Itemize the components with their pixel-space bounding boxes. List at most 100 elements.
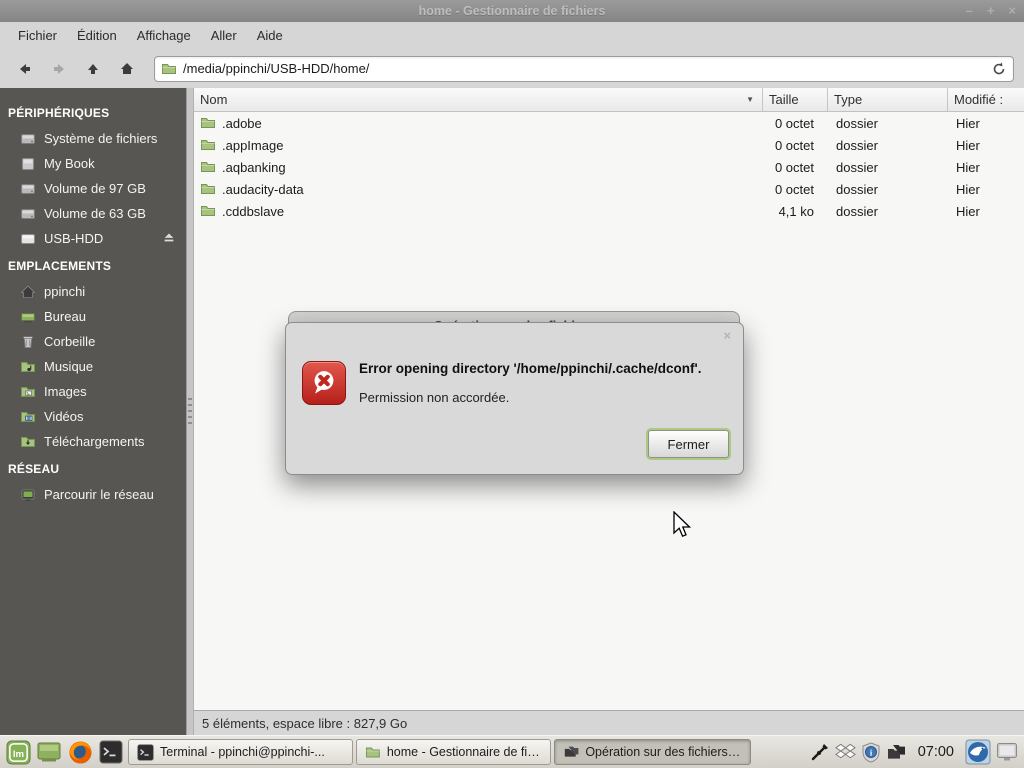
file-row[interactable]: .cddbslave 4,1 ko dossier Hier [194,200,1024,222]
drive-icon [22,157,34,170]
column-header-nom[interactable]: Nom ▼ [194,88,763,111]
sidebar-item-label: Vidéos [44,409,84,424]
sidebar-item-my-book[interactable]: My Book [0,151,186,176]
firefox-icon [68,740,92,764]
taskbar-task-file-manager[interactable]: home - Gestionnaire de fichi... [356,739,551,765]
drive-icon [21,133,35,144]
file-modified: Hier [956,137,980,153]
sidebar-item-label: Volume de 97 GB [44,181,146,196]
status-text: 5 éléments, espace libre : 827,9 Go [202,715,408,731]
sidebar-item-label: Téléchargements [44,434,145,449]
show-desktop-icon [37,742,61,762]
home-icon [20,285,36,298]
sidebar-item-volume-97gb[interactable]: Volume de 97 GB [0,176,186,201]
sidebar-item-bureau[interactable]: Bureau [0,304,186,329]
column-header-type[interactable]: Type [828,88,948,111]
menu-aller[interactable]: Aller [201,24,247,47]
file-type: dossier [836,115,878,131]
close-button[interactable]: × [1008,0,1016,22]
home-icon [121,62,133,74]
column-header-modifie[interactable]: Modifié : [948,88,1024,111]
file-modified: Hier [956,115,980,131]
folder-icon [201,184,215,194]
file-row[interactable]: .adobe 0 octet dossier Hier [194,112,1024,134]
file-operations-icon [564,746,579,757]
file-type: dossier [836,181,878,197]
file-row[interactable]: .aqbanking 0 octet dossier Hier [194,156,1024,178]
sidebar-item-videos[interactable]: Vidéos [0,404,186,429]
sidebar-item-telechargements[interactable]: Téléchargements [0,429,186,454]
splitter-grip-icon [188,398,192,428]
file-name-cell: .adobe [194,115,763,131]
minimize-button[interactable]: – [966,0,973,22]
images-folder-icon [21,386,35,397]
desktop: { "window": { "title": "home - Gestionna… [0,0,1024,768]
menu-aide[interactable]: Aide [247,24,293,47]
pane-splitter[interactable] [186,88,194,735]
sidebar-item-label: Bureau [44,309,86,324]
taskbar-task-file-operation[interactable]: Opération sur des fichiers e... [554,739,751,765]
menu-edition[interactable]: Édition [67,24,127,47]
file-size: 0 octet [774,181,814,197]
file-name: .aqbanking [222,159,286,175]
file-size: 4,1 ko [778,203,814,219]
mint-menu-icon: lm [5,739,31,765]
taskbar-task-terminal[interactable]: Terminal - ppinchi@ppinchi-... [128,739,353,765]
sidebar-item-label: Système de fichiers [44,131,158,146]
drive-icon [21,208,35,219]
fermer-button[interactable]: Fermer [648,430,729,458]
update-shield-tray-icon[interactable]: i [861,741,881,763]
taskbar: lm Terminal - ppinchi@ppinchi-... home -… [0,735,1024,768]
sidebar-item-musique[interactable]: Musique [0,354,186,379]
sidebar-item-usb-hdd[interactable]: USB-HDD [0,226,186,251]
desktop-icon [21,312,35,322]
sidebar-item-label: Parcourir le réseau [44,487,154,502]
window-title: home - Gestionnaire de fichiers [418,4,606,18]
dialog-close-icon[interactable]: × [723,328,731,343]
titlebar[interactable]: home - Gestionnaire de fichiers – + × [0,0,1024,22]
menu-fichier[interactable]: Fichier [8,24,67,47]
refresh-icon[interactable] [991,61,1007,77]
maximize-button[interactable]: + [987,0,995,22]
sidebar-item-label: Musique [44,359,94,374]
file-row[interactable]: .appImage 0 octet dossier Hier [194,134,1024,156]
sidebar-item-label: USB-HDD [44,231,104,246]
file-row[interactable]: .audacity-data 0 octet dossier Hier [194,178,1024,200]
file-operations-tray-icon[interactable] [886,743,907,762]
forward-icon [54,63,64,74]
eject-icon [164,233,174,242]
dropbox-tray-icon[interactable] [834,742,856,762]
error-heading: Error opening directory '/home/ppinchi/.… [359,361,702,376]
sidebar-item-images[interactable]: Images [0,379,186,404]
path-bar[interactable]: /media/ppinchi/USB-HDD/home/ [154,55,1014,82]
terminal-icon [137,743,154,761]
eject-button[interactable] [162,230,176,247]
sidebar-item-ppinchi[interactable]: ppinchi [0,279,186,304]
sidebar: PÉRIPHÉRIQUES Système de fichiers My Boo… [0,88,186,735]
sidebar-item-label: Images [44,384,87,399]
path-text[interactable]: /media/ppinchi/USB-HDD/home/ [183,61,985,76]
thunderbird-tray-icon[interactable] [965,739,991,765]
stylus-tray-icon[interactable] [810,742,830,762]
terminal-launcher[interactable] [97,739,125,766]
sidebar-item-systeme-de-fichiers[interactable]: Système de fichiers [0,126,186,151]
clock[interactable]: 07:00 [918,744,954,760]
file-size: 0 octet [774,137,814,153]
sidebar-item-parcourir-le-reseau[interactable]: Parcourir le réseau [0,482,186,507]
menu-affichage[interactable]: Affichage [127,24,201,47]
column-header-taille[interactable]: Taille [763,88,828,111]
display-tray-icon[interactable] [996,742,1018,762]
sidebar-item-volume-63gb[interactable]: Volume de 63 GB [0,201,186,226]
back-button[interactable] [10,55,40,83]
back-icon [20,63,30,74]
file-size: 0 octet [774,115,814,131]
up-button[interactable] [78,55,108,83]
mint-menu-button[interactable]: lm [4,739,32,766]
forward-button[interactable] [44,55,74,83]
firefox-launcher[interactable] [66,739,94,766]
sidebar-item-label: ppinchi [44,284,86,299]
home-button[interactable] [112,55,142,83]
drive-icon [21,183,35,194]
show-desktop-button[interactable] [35,739,63,766]
sidebar-item-corbeille[interactable]: Corbeille [0,329,186,354]
